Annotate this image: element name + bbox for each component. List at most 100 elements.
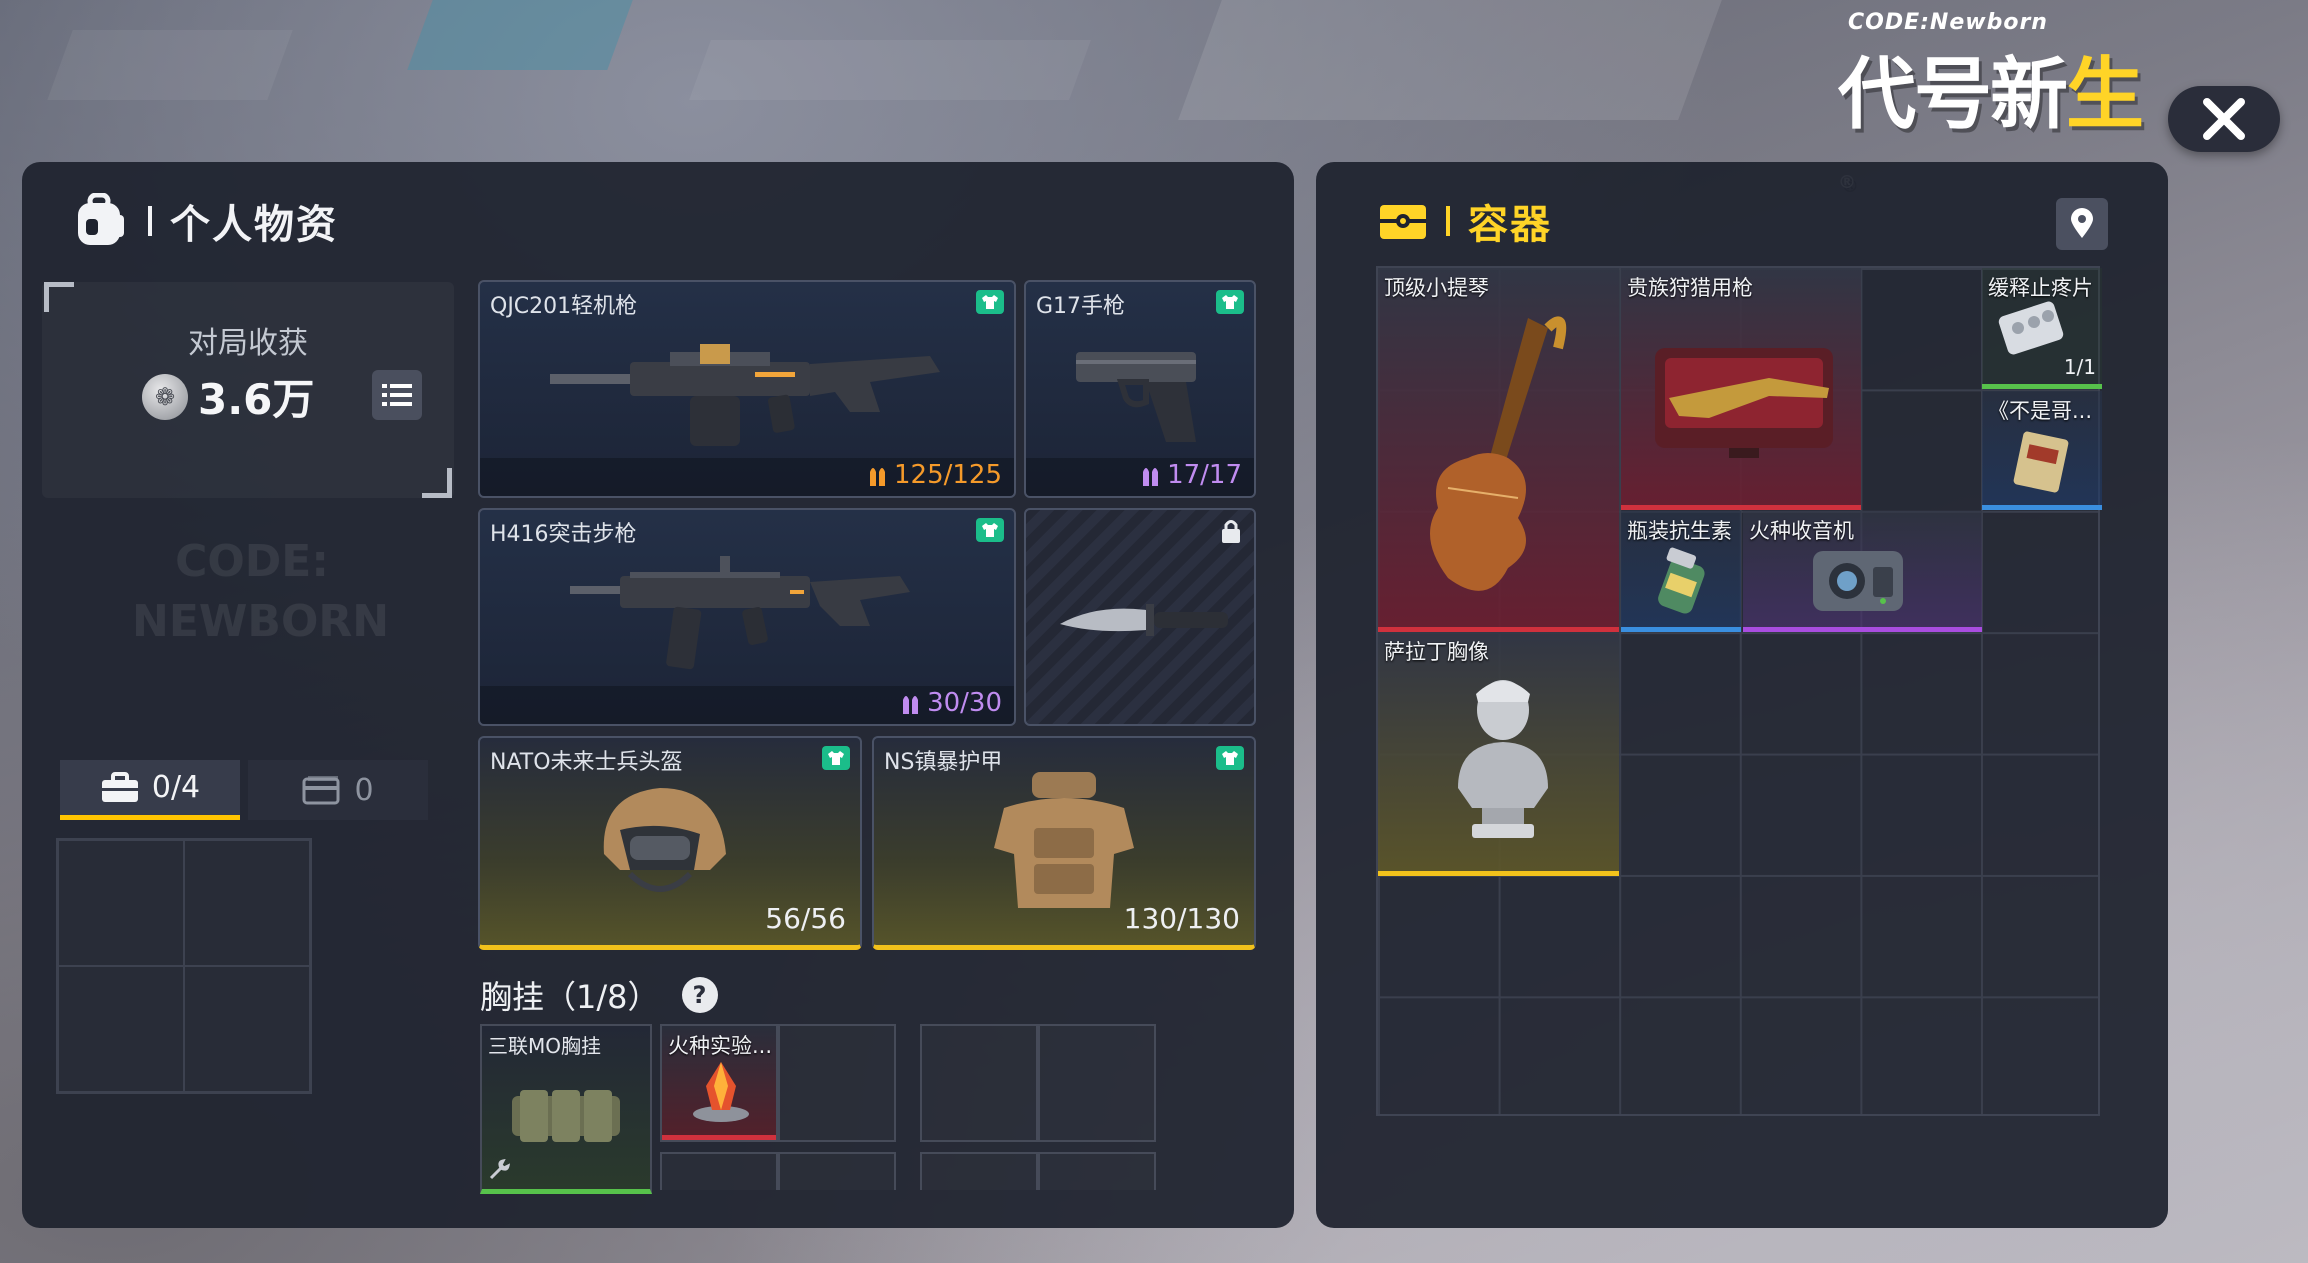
chest-rig-title: 胸挂（1/8） bbox=[480, 978, 660, 1016]
grid-cell[interactable] bbox=[58, 966, 184, 1092]
match-harvest-box: 对局收获 ❁ 3.6万 bbox=[42, 282, 454, 498]
safe-box-grid bbox=[56, 838, 312, 1094]
tab-briefcase[interactable]: 0/4 bbox=[60, 760, 240, 820]
rarity-bar bbox=[1621, 627, 1741, 632]
weapon-name: G17手枪 bbox=[1036, 294, 1126, 319]
chest-rig-image bbox=[512, 1090, 620, 1142]
container-item-book[interactable]: 《不是哥... bbox=[1982, 391, 2102, 510]
item-quantity: 1/1 bbox=[2063, 355, 2096, 379]
shirt-icon bbox=[982, 295, 998, 309]
shirt-icon bbox=[982, 523, 998, 537]
chest-rig-cell[interactable] bbox=[778, 1024, 896, 1142]
panel-title: 容器 bbox=[1468, 202, 1552, 248]
ammo-value: 30/30 bbox=[927, 688, 1002, 718]
inventory-tabs: 0/4 0 bbox=[60, 760, 428, 820]
tab-card-label: 0 bbox=[354, 772, 374, 808]
armor-slot-vest[interactable]: NS镇暴护甲 130/130 bbox=[872, 736, 1256, 950]
harvest-label: 对局收获 bbox=[188, 326, 308, 361]
background-decoration bbox=[1178, 0, 1722, 120]
tab-briefcase-label: 0/4 bbox=[151, 770, 201, 805]
weapon-slot-sidearm[interactable]: G17手枪 17/17 bbox=[1024, 280, 1256, 498]
chest-rig-cell[interactable] bbox=[920, 1152, 1038, 1190]
background-decoration bbox=[689, 40, 1091, 100]
harvest-list-button[interactable] bbox=[372, 370, 422, 420]
chest-rig-item[interactable]: 火种实验... bbox=[662, 1026, 776, 1140]
container-grid: 顶级小提琴 贵族狩猎用枪 缓释止疼片 1/1 《不是哥... 瓶装抗生素 火种收… bbox=[1376, 266, 2102, 1116]
machine-gun-image bbox=[550, 344, 940, 446]
frame-corner bbox=[422, 468, 452, 498]
knife-image bbox=[1060, 604, 1228, 636]
equipped-badge bbox=[976, 518, 1004, 542]
close-button[interactable] bbox=[2168, 86, 2280, 152]
chest-rig-header: 胸挂（1/8） ? bbox=[480, 972, 718, 1018]
rarity-bar bbox=[1378, 871, 1619, 876]
bust-image bbox=[1458, 680, 1548, 838]
book-image bbox=[2013, 431, 2069, 493]
equipped-badge bbox=[1216, 290, 1244, 314]
pistol-image bbox=[1076, 352, 1196, 442]
chest-rig-cell[interactable] bbox=[660, 1152, 778, 1190]
chest-rig-cell[interactable] bbox=[1038, 1024, 1156, 1142]
container-item-violin[interactable]: 顶级小提琴 bbox=[1378, 268, 1619, 632]
assault-rifle-image bbox=[570, 556, 910, 670]
chest-rig-slot[interactable]: 三联MO胸挂 bbox=[480, 1024, 652, 1194]
armor-slot-helmet[interactable]: NATO未来士兵头盔 56/56 bbox=[478, 736, 862, 950]
container-item-antibiotics[interactable]: 瓶装抗生素 bbox=[1621, 511, 1741, 632]
background-decoration bbox=[47, 30, 293, 100]
equipped-badge bbox=[822, 746, 850, 770]
backpack-icon bbox=[78, 193, 124, 245]
container-panel: 容器 顶级小提琴 贵族狩猎用枪 缓释止疼片 1/1 《不是哥... 瓶装抗生素 … bbox=[1316, 162, 2168, 1228]
ammo-count: 17/17 bbox=[1141, 460, 1242, 490]
item-name: 贵族狩猎用枪 bbox=[1627, 276, 1753, 300]
equipped-badge bbox=[976, 290, 1004, 314]
logo-title-b: 生 bbox=[2066, 50, 2144, 140]
help-icon[interactable]: ? bbox=[681, 977, 718, 1013]
shirt-icon bbox=[1222, 295, 1238, 309]
rarity-bar bbox=[662, 1135, 776, 1140]
item-name: 瓶装抗生素 bbox=[1627, 519, 1732, 543]
item-name: 萨拉丁胸像 bbox=[1384, 640, 1489, 664]
weapon-slot-primary-1[interactable]: QJC201轻机枪 125/125 bbox=[478, 280, 1016, 498]
violin-image bbox=[1430, 316, 1567, 591]
ammo-count: 125/125 bbox=[868, 460, 1002, 490]
shirt-icon bbox=[828, 751, 844, 765]
ammo-icon bbox=[903, 696, 919, 714]
logo-title-a: 代号新 bbox=[1838, 50, 2068, 140]
card-icon bbox=[302, 776, 340, 805]
frame-corner bbox=[44, 282, 74, 312]
rarity-bar bbox=[1982, 384, 2102, 389]
chest-rig-cell[interactable] bbox=[1038, 1152, 1156, 1190]
durability: 56/56 bbox=[765, 902, 846, 935]
ammo-icon bbox=[1143, 468, 1159, 486]
harvest-value: ❁ 3.6万 bbox=[142, 366, 314, 427]
gun-case-image bbox=[1655, 348, 1833, 458]
lock-icon bbox=[1222, 520, 1240, 543]
chest-rig-cell[interactable] bbox=[920, 1024, 1038, 1142]
tab-card[interactable]: 0 bbox=[248, 760, 428, 820]
chest-rig-cell[interactable] bbox=[778, 1152, 896, 1190]
rarity-bar bbox=[1621, 505, 1861, 510]
game-logo: CODE:Newborn 代号新生® bbox=[1838, 4, 2148, 193]
background-watermark: CODE: NEWBORN bbox=[132, 536, 390, 647]
grid-cell[interactable] bbox=[58, 840, 184, 966]
container-item-radio[interactable]: 火种收音机 bbox=[1743, 511, 1982, 632]
radio-image bbox=[1813, 551, 1903, 611]
background-decoration bbox=[407, 0, 633, 70]
item-name: 《不是哥... bbox=[1988, 399, 2093, 423]
weapon-name: H416突击步枪 bbox=[490, 522, 637, 547]
title-separator bbox=[1446, 206, 1450, 236]
harvest-amount: 3.6万 bbox=[198, 375, 315, 424]
grid-cell[interactable] bbox=[184, 840, 310, 966]
coin-icon: ❁ bbox=[142, 373, 188, 420]
container-item-painkiller[interactable]: 缓释止疼片 1/1 bbox=[1982, 268, 2102, 389]
item-name: 顶级小提琴 bbox=[1384, 276, 1489, 300]
wrench-icon bbox=[489, 1159, 510, 1180]
container-item-bust[interactable]: 萨拉丁胸像 bbox=[1378, 632, 1619, 876]
weapon-slot-primary-2[interactable]: H416突击步枪 30/30 bbox=[478, 508, 1016, 726]
body-armor-image bbox=[994, 772, 1134, 908]
container-item-hunting-gun[interactable]: 贵族狩猎用枪 bbox=[1621, 268, 1861, 510]
helmet-image bbox=[603, 788, 726, 892]
grid-cell[interactable] bbox=[184, 966, 310, 1092]
weapon-slot-melee[interactable] bbox=[1024, 508, 1256, 726]
location-button[interactable] bbox=[2056, 198, 2108, 250]
